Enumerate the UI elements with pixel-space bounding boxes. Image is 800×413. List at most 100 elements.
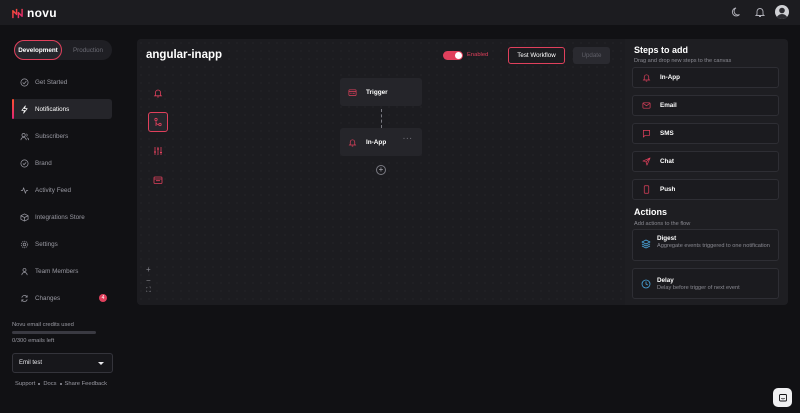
bell-icon[interactable]	[754, 6, 766, 18]
test-workflow-button[interactable]: Test Workflow	[508, 47, 565, 64]
bell-icon	[642, 74, 651, 82]
branch-icon	[154, 117, 162, 127]
add-step-button[interactable]: +	[376, 165, 386, 175]
sidebar-item-integrations-store[interactable]: Integrations Store	[12, 207, 112, 227]
badge-check-icon	[20, 159, 29, 167]
bolt-icon	[21, 105, 28, 113]
email-credits-progress-bar	[12, 331, 96, 334]
in-app-node-label: In-App	[366, 138, 387, 146]
sidebar: Development Production Get Started Notif…	[0, 25, 124, 413]
top-bar: novu	[0, 0, 800, 25]
step-label: Push	[660, 186, 676, 193]
steps-panel: Steps to add Drag and drop new steps to …	[625, 39, 788, 305]
sidebar-item-get-started[interactable]: Get Started	[12, 72, 112, 92]
action-digest[interactable]: Digest Aggregate events triggered to one…	[632, 229, 779, 261]
avatar-image	[776, 7, 788, 19]
step-email[interactable]: Email	[632, 95, 779, 116]
sidebar-item-activity-feed[interactable]: Activity Feed	[12, 180, 112, 200]
trigger-node-label: Trigger	[366, 88, 388, 96]
step-label: SMS	[660, 130, 674, 137]
novu-logo[interactable]: novu	[12, 6, 57, 20]
workflow-editor: angular-inapp Enabled Test Workflow Upda…	[137, 39, 788, 305]
sidebar-item-label: Integrations Store	[35, 213, 85, 221]
sliders-icon	[154, 147, 162, 155]
workflow-canvas[interactable]: angular-inapp Enabled Test Workflow Upda…	[137, 39, 625, 305]
tool-notification-settings[interactable]	[148, 83, 168, 103]
sidebar-item-label: Changes	[35, 294, 61, 302]
docs-link[interactable]: Docs	[43, 381, 56, 387]
footer-links: Support Docs Share Feedback	[15, 381, 107, 387]
support-link[interactable]: Support	[15, 381, 35, 387]
sidebar-item-label: Team Members	[35, 267, 79, 275]
app-name: novu	[27, 6, 57, 20]
actions-title: Actions	[634, 207, 668, 217]
sidebar-item-brand[interactable]: Brand	[12, 153, 112, 173]
share-feedback-link[interactable]: Share Feedback	[65, 381, 108, 387]
action-description: Delay before trigger of next event	[657, 285, 740, 291]
email-credits-count: 0/300 emails left	[12, 338, 55, 344]
action-delay[interactable]: Delay Delay before trigger of next event	[632, 268, 779, 299]
separator-dot	[38, 383, 41, 385]
trigger-icon	[348, 88, 357, 96]
environment-toggle: Development Production	[14, 40, 112, 60]
organization-select[interactable]: Emil test	[12, 353, 113, 373]
steps-panel-title: Steps to add	[634, 45, 689, 55]
step-sms[interactable]: SMS	[632, 123, 779, 144]
moon-icon[interactable]	[731, 6, 743, 18]
sidebar-item-notifications[interactable]: Notifications	[12, 99, 112, 119]
changes-count-badge: 4	[99, 294, 107, 302]
mobile-icon	[643, 185, 650, 194]
sidebar-item-subscribers[interactable]: Subscribers	[12, 126, 112, 146]
node-more-menu[interactable]: ···	[403, 136, 413, 143]
environment-development-button[interactable]: Development	[14, 40, 62, 60]
chat-widget-button[interactable]	[773, 388, 792, 407]
tool-step-settings[interactable]	[148, 141, 168, 161]
zoom-out-button[interactable]: −	[146, 276, 151, 285]
update-button[interactable]: Update	[573, 47, 610, 64]
sidebar-item-label: Activity Feed	[35, 186, 72, 194]
environment-production-button[interactable]: Production	[64, 40, 112, 60]
sidebar-item-label: Notifications	[35, 105, 70, 113]
action-title: Digest	[657, 235, 677, 242]
zoom-in-button[interactable]: +	[146, 265, 151, 274]
bell-icon	[348, 138, 357, 146]
sidebar-item-label: Settings	[35, 240, 58, 248]
node-connector	[381, 109, 382, 128]
trigger-node[interactable]: Trigger	[340, 78, 422, 106]
table-icon	[153, 176, 163, 184]
workflow-enabled-label: Enabled	[467, 52, 489, 58]
send-icon	[642, 157, 651, 166]
clock-icon	[641, 279, 651, 289]
separator-dot	[59, 383, 62, 385]
sidebar-item-label: Get Started	[35, 78, 68, 86]
step-push[interactable]: Push	[632, 179, 779, 200]
step-chat[interactable]: Chat	[632, 151, 779, 172]
users-icon	[20, 132, 29, 140]
layers-icon	[641, 239, 651, 249]
novu-logo-icon	[12, 8, 23, 18]
workflow-title: angular-inapp	[146, 49, 223, 61]
step-label: Chat	[660, 158, 674, 165]
team-icon	[21, 267, 28, 275]
box-icon	[20, 213, 29, 221]
tool-trigger-snippet[interactable]	[148, 170, 168, 190]
workflow-enabled-toggle[interactable]	[443, 51, 463, 60]
tool-workflow-editor[interactable]	[148, 112, 168, 132]
sidebar-item-label: Brand	[35, 159, 52, 167]
step-label: Email	[660, 102, 677, 109]
chevron-down-icon	[98, 362, 104, 365]
step-in-app[interactable]: In-App	[632, 67, 779, 88]
sync-icon	[21, 294, 28, 302]
mail-icon	[642, 102, 651, 109]
user-avatar[interactable]	[775, 5, 789, 19]
fit-view-button[interactable]: ⛶	[146, 287, 151, 295]
actions-subtitle: Add actions to the flow	[634, 221, 691, 227]
check-circle-icon	[20, 78, 29, 86]
sidebar-item-team-members[interactable]: Team Members	[12, 261, 112, 281]
sidebar-item-settings[interactable]: Settings	[12, 234, 112, 254]
gear-icon	[20, 240, 29, 248]
sidebar-item-changes[interactable]: Changes 4	[12, 288, 112, 308]
in-app-node[interactable]: In-App ···	[340, 128, 422, 156]
steps-panel-subtitle: Drag and drop new steps to the canvas	[634, 58, 732, 64]
action-description: Aggregate events triggered to one notifi…	[657, 243, 770, 249]
